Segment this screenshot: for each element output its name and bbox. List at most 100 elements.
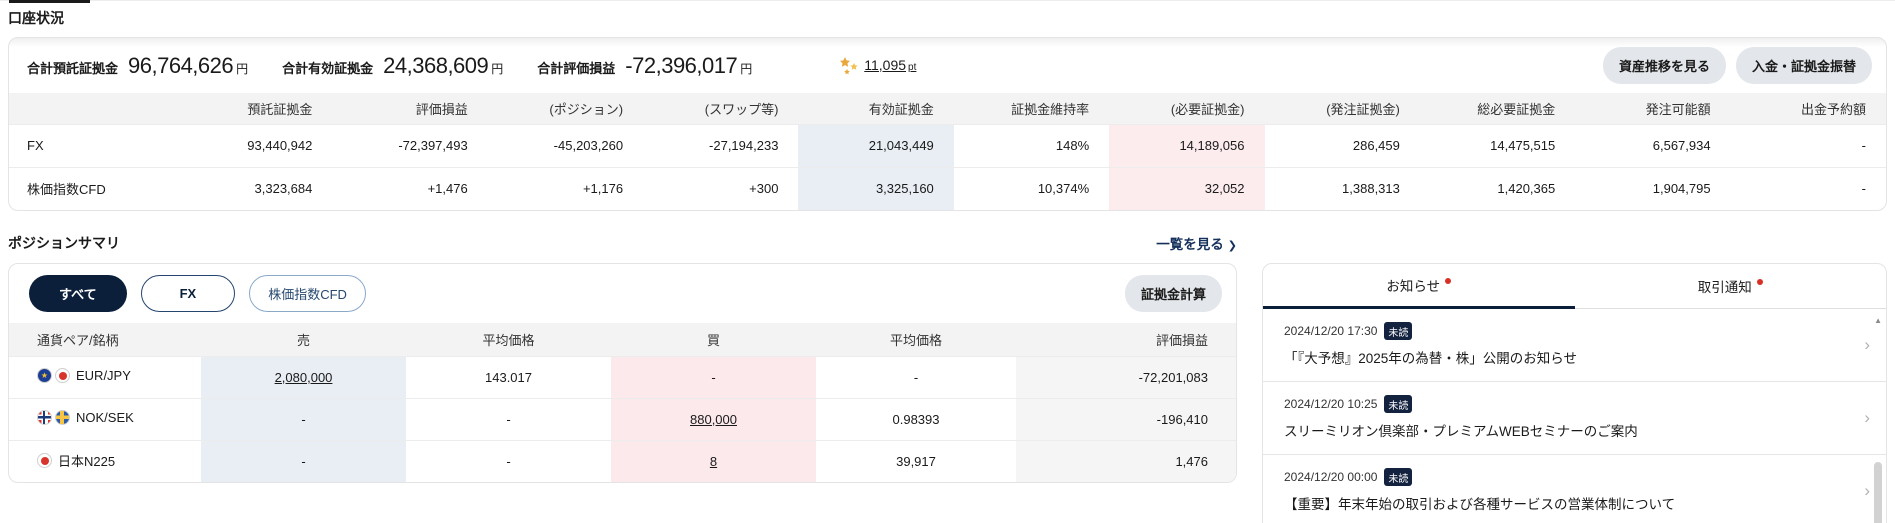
points-link[interactable]: 11,095 pt <box>838 56 917 75</box>
sell-quantity-cell: 2,080,000 <box>201 356 406 398</box>
chevron-right-icon: › <box>1864 408 1870 427</box>
jp-flag-icon <box>37 453 52 469</box>
col-withdrawal-reserved: 出金予約額 <box>1800 101 1866 117</box>
position-row-noksek: NOK/SEK - - 880,000 0.98393 -196,410 <box>9 398 1236 440</box>
col-buy-avg-price: 平均価格 <box>889 332 942 348</box>
content-columns: すべて FX 株価指数CFD 証拠金計算 通貨ペア/銘柄 売 平均価格 買 平均… <box>8 263 1887 523</box>
buy-quantity-link[interactable]: 8 <box>710 454 717 469</box>
cfd-orderable-amount: 1,904,795 <box>1652 181 1711 197</box>
news-datetime: 2024/12/20 00:00 <box>1284 470 1378 484</box>
view-all-label: 一覧を見る <box>1156 237 1224 252</box>
scrollbar-thumb[interactable] <box>1874 462 1882 523</box>
notifications-card: お知らせ 取引通知 2024/12/20 17:30 未読 「『大予想』2025… <box>1262 263 1887 523</box>
news-item[interactable]: 2024/12/20 00:00 未読 【重要】年末年始の取引および各種サービス… <box>1263 455 1886 523</box>
stars-icon <box>840 56 858 74</box>
news-datetime: 2024/12/20 17:30 <box>1284 324 1378 338</box>
page-title: 口座状況 <box>8 10 64 26</box>
row-label: FX <box>27 138 44 153</box>
cfd-margin-ratio: 10,374% <box>1037 181 1090 197</box>
pair-cell: NOK/SEK <box>9 398 201 440</box>
fx-required-margin: 14,189,056 <box>1109 124 1265 167</box>
fx-valuation-pl: -72,397,493 <box>398 138 468 153</box>
fx-deposit-margin: 93,440,942 <box>247 138 313 153</box>
cfd-required-margin: 32,052 <box>1109 167 1265 210</box>
points-value: 11,095 <box>864 56 907 73</box>
position-filter-row: すべて FX 株価指数CFD 証拠金計算 <box>9 264 1236 323</box>
sweden-flag-icon <box>55 410 70 425</box>
top-hairline <box>0 0 1895 1</box>
buy-quantity-link[interactable]: 880,000 <box>690 412 737 427</box>
cfd-order-margin: 1,388,313 <box>1342 181 1400 197</box>
table-row-cfd: 株価指数CFD 3,323,684 +1,476 +1,176 +300 3,3… <box>9 167 1886 210</box>
col-margin-ratio: 証拠金維持率 <box>1011 101 1090 117</box>
total-effective-margin-value: 24,368,609 <box>383 52 489 78</box>
total-valuation-pl: 合計評価損益 -72,396,017 円 <box>537 53 752 79</box>
sell-avg-price: 143.017 <box>485 369 532 385</box>
buy-avg-price: 39,917 <box>896 453 936 469</box>
points-unit: pt <box>908 61 917 73</box>
sell-quantity-cell: - <box>201 398 406 440</box>
margin-calc-button[interactable]: 証拠金計算 <box>1124 275 1222 312</box>
col-total-required-margin: 総必要証拠金 <box>1477 101 1556 117</box>
col-sell: 売 <box>296 332 310 348</box>
notifications-tabs: お知らせ 取引通知 <box>1263 264 1886 309</box>
valuation-pl: -72,201,083 <box>1016 356 1236 398</box>
unread-dot-icon <box>1445 278 1452 284</box>
filter-tab-all[interactable]: すべて <box>29 275 127 312</box>
fx-withdrawal-reserved: - <box>1861 138 1866 153</box>
position-summary-header: ポジションサマリ 一覧を見る ❯ <box>8 233 1237 253</box>
fx-position: -45,203,260 <box>553 138 624 153</box>
cfd-effective-margin: 3,325,160 <box>798 167 954 210</box>
position-table-header-row: 通貨ペア/銘柄 売 平均価格 買 平均価格 評価損益 <box>9 323 1236 356</box>
fx-total-required-margin: 14,475,515 <box>1490 138 1556 153</box>
pair-name: NOK/SEK <box>76 410 134 425</box>
scroll-up-arrow[interactable]: ▲ <box>1874 316 1882 325</box>
filter-tab-fx[interactable]: FX <box>140 275 236 312</box>
fx-effective-margin: 21,043,449 <box>798 124 954 167</box>
pair-name: 日本N225 <box>58 454 116 470</box>
fx-order-margin: 286,459 <box>1352 138 1400 153</box>
account-summary-card: 合計預託証拠金 96,764,626 円 合計有効証拠金 24,368,609 … <box>8 37 1887 211</box>
tab-news-label: お知らせ <box>1386 279 1441 294</box>
unread-dot-icon <box>1756 279 1763 285</box>
fx-orderable-amount: 6,567,934 <box>1652 138 1711 153</box>
total-deposit-margin-value: 96,764,626 <box>128 52 234 78</box>
position-summary-title: ポジションサマリ <box>8 235 120 251</box>
col-orderable-amount: 発注可能額 <box>1645 101 1711 117</box>
tab-trade-notices[interactable]: 取引通知 <box>1574 264 1886 309</box>
deposit-transfer-button[interactable]: 入金・証拠金振替 <box>1735 47 1872 84</box>
summary-actions: 資産推移を見る 入金・証拠金振替 <box>1602 47 1872 84</box>
col-swap: (スワップ等) <box>704 101 779 117</box>
cfd-withdrawal-reserved: - <box>1861 181 1866 197</box>
yen-unit: 円 <box>740 61 753 76</box>
sell-avg-price: - <box>506 453 511 469</box>
cfd-total-required-margin: 1,420,365 <box>1497 181 1556 197</box>
sell-avg-price: - <box>506 411 511 427</box>
account-summary-bar: 合計預託証拠金 96,764,626 円 合計有効証拠金 24,368,609 … <box>9 38 1886 93</box>
news-item[interactable]: 2024/12/20 10:25 未読 スリーミリオン倶楽部・プレミアムWEBセ… <box>1263 382 1886 455</box>
news-title: スリーミリオン倶楽部・プレミアムWEBセミナーのご案内 <box>1284 424 1638 439</box>
unread-badge: 未読 <box>1384 322 1413 340</box>
news-item[interactable]: 2024/12/20 17:30 未読 「『大予想』2025年の為替・株」公開の… <box>1263 309 1886 382</box>
view-asset-history-button[interactable]: 資産推移を見る <box>1602 47 1726 84</box>
news-title: 【重要】年末年始の取引および各種サービスの営業体制について <box>1284 497 1676 512</box>
table-row-fx: FX 93,440,942 -72,397,493 -45,203,260 - 2… <box>9 124 1886 167</box>
col-effective-margin: 有効証拠金 <box>868 101 934 117</box>
jp-flag-icon <box>55 368 70 383</box>
col-valuation-pl: 評価損益 <box>1155 332 1208 348</box>
account-table-header-row: 預託証拠金 評価損益 (ポジション) (スワップ等) 有効証拠金 証拠金維持率 … <box>9 93 1886 124</box>
col-order-margin: (発注証拠金) <box>1326 101 1400 117</box>
total-valuation-pl-label: 合計評価損益 <box>537 60 616 76</box>
fx-margin-ratio: 148% <box>1055 138 1090 153</box>
total-effective-margin-label: 合計有効証拠金 <box>282 60 374 76</box>
total-deposit-margin-label: 合計預託証拠金 <box>27 60 119 76</box>
valuation-pl: 1,476 <box>1016 440 1236 482</box>
buy-avg-price: - <box>913 369 919 385</box>
col-position: (ポジション) <box>549 101 624 117</box>
view-all-link[interactable]: 一覧を見る ❯ <box>1156 233 1237 253</box>
tab-news[interactable]: お知らせ <box>1263 264 1575 309</box>
account-status-page: 口座状況 合計預託証拠金 96,764,626 円 合計有効証拠金 24,368… <box>0 0 1895 523</box>
filter-tab-cfd[interactable]: 株価指数CFD <box>249 275 366 312</box>
sell-quantity-link[interactable]: 2,080,000 <box>275 370 333 385</box>
total-effective-margin: 合計有効証拠金 24,368,609 円 <box>282 53 503 79</box>
